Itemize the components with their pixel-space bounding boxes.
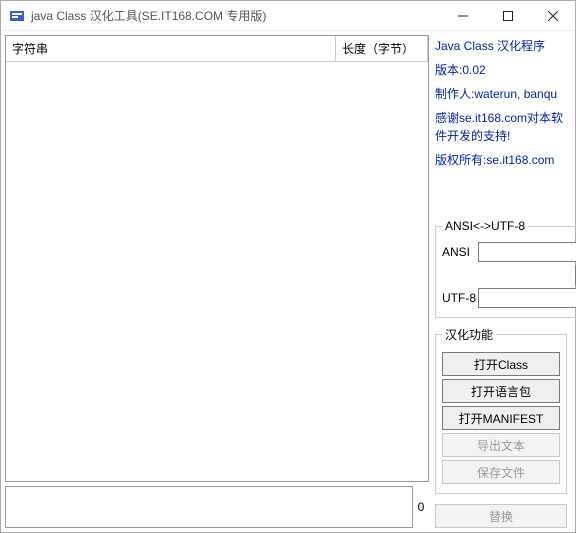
info-copyright: 版权所有:se.it168.com — [435, 151, 567, 169]
string-table[interactable]: 字符串 长度（字节） — [5, 35, 429, 482]
info-title: Java Class 汉化程序 — [435, 37, 567, 55]
table-header: 字符串 长度（字节） — [6, 36, 428, 62]
ansi-group: ANSI<->UTF-8 ANSI ↓ ↑ UTF-8 — [435, 219, 576, 318]
func-legend: 汉化功能 — [442, 326, 496, 343]
info-block: Java Class 汉化程序 版本:0.02 制作人:waterun, ban… — [435, 37, 567, 175]
info-author: 制作人:waterun, banqu — [435, 85, 567, 103]
open-lang-button[interactable]: 打开语言包 — [442, 379, 560, 403]
open-class-button[interactable]: 打开Class — [442, 352, 560, 376]
func-group: 汉化功能 打开Class 打开语言包 打开MANIFEST 导出文本 保存文件 — [435, 326, 567, 494]
utf8-input[interactable] — [478, 288, 576, 308]
col-string[interactable]: 字符串 — [6, 36, 336, 61]
replace-button: 替换 — [435, 504, 567, 528]
count-label: 0 — [413, 500, 429, 514]
close-button[interactable] — [530, 1, 575, 30]
save-file-button: 保存文件 — [442, 460, 560, 484]
info-thanks: 感谢se.it168.com对本软件开发的支持! — [435, 109, 567, 145]
edit-input[interactable] — [5, 486, 413, 528]
app-icon — [9, 8, 25, 24]
export-text-button: 导出文本 — [442, 433, 560, 457]
maximize-button[interactable] — [485, 1, 530, 30]
col-length[interactable]: 长度（字节） — [336, 36, 428, 61]
table-body[interactable] — [6, 62, 428, 481]
ansi-legend: ANSI<->UTF-8 — [442, 219, 528, 233]
utf8-label: UTF-8 — [442, 291, 478, 305]
open-manifest-button[interactable]: 打开MANIFEST — [442, 406, 560, 430]
window-title: java Class 汉化工具(SE.IT168.COM 专用版) — [31, 7, 440, 24]
ansi-input[interactable] — [478, 242, 576, 262]
window-buttons — [440, 1, 575, 30]
ansi-label: ANSI — [442, 245, 478, 259]
info-version: 版本:0.02 — [435, 61, 567, 79]
titlebar: java Class 汉化工具(SE.IT168.COM 专用版) — [1, 1, 575, 31]
minimize-button[interactable] — [440, 1, 485, 30]
